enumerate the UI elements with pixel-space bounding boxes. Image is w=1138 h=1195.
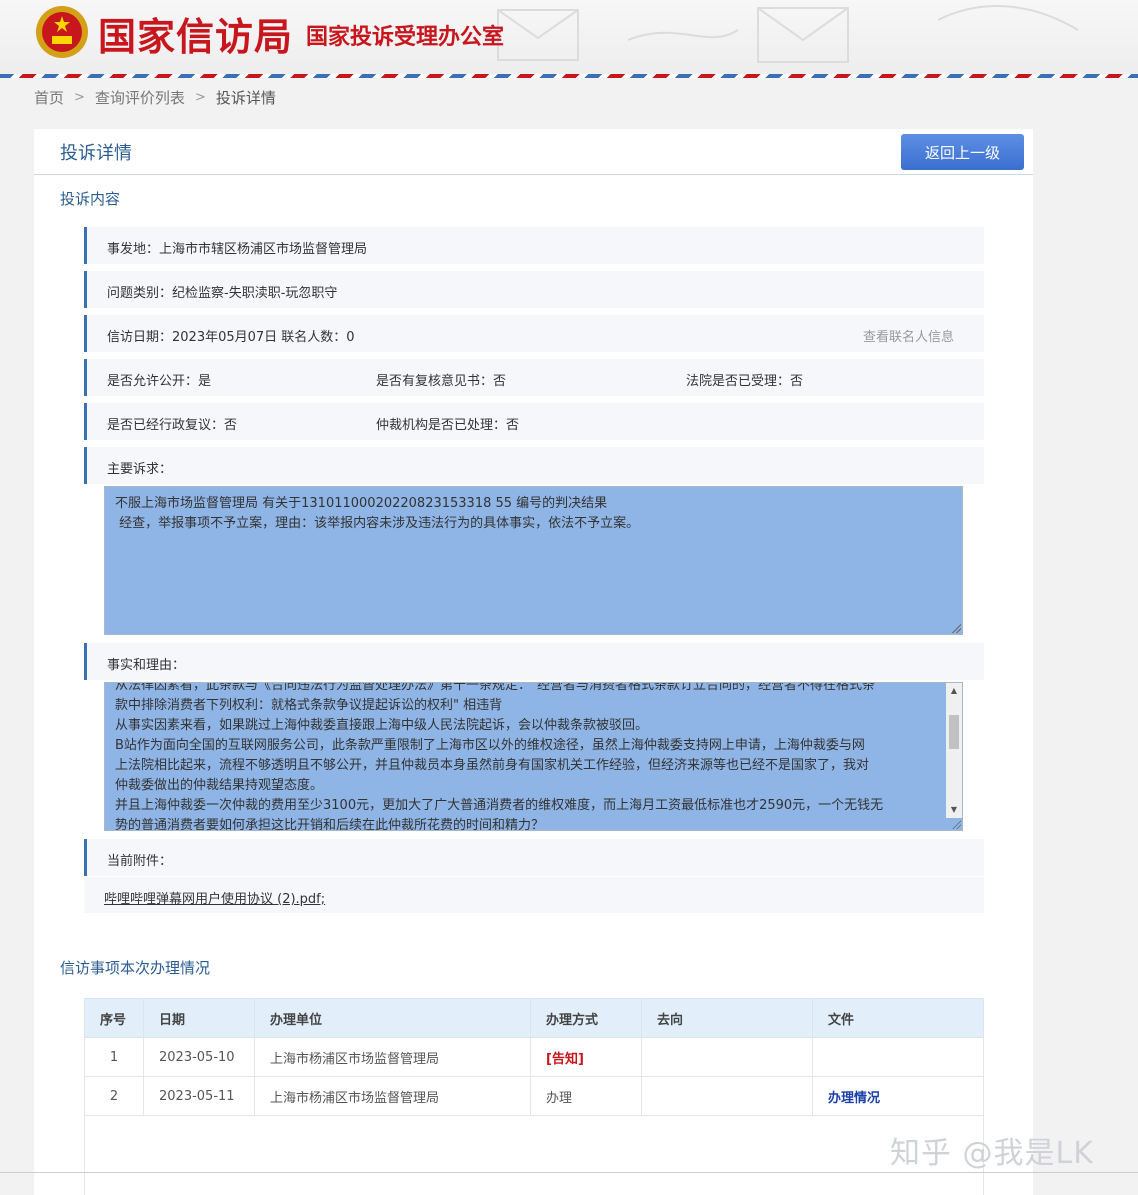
facts-line: 并且上海仲裁委一次仲裁的费用至少3100元，更加大了广大普通消费者的维权难度，而… — [115, 798, 884, 813]
resize-grip[interactable] — [951, 819, 961, 829]
table-row: 2 2023-05-11 上海市杨浦区市场监督管理局 办理 办理情况 — [84, 1076, 984, 1116]
facts-line: 势的普通消费者要如何承担这比开销和后续在此仲裁所花费的时间和精力？ — [115, 818, 545, 831]
cell-file: 办理情况 — [812, 1076, 984, 1116]
col-header: 文件 — [812, 998, 984, 1038]
processing-detail-link[interactable]: 办理情况 — [828, 1091, 880, 1106]
location-text: 事发地：上海市市辖区杨浦区市场监督管理局 — [107, 242, 368, 257]
col-header: 办理方式 — [530, 998, 642, 1038]
notice-tag[interactable]: [告知] — [546, 1052, 584, 1067]
info-row-category: 问题类别：纪检监察-失职渎职-玩忽职守 — [84, 271, 984, 308]
site-subtitle: 国家投诉受理办公室 — [306, 25, 505, 50]
table-header-row: 序号 日期 办理单位 办理方式 去向 文件 — [84, 998, 984, 1038]
header-stripe — [0, 74, 1138, 78]
cell-dest — [641, 1076, 813, 1116]
main-claim-label: 主要诉求： — [107, 462, 173, 477]
info-row-facts: 事实和理由： — [84, 643, 984, 680]
cell-dest — [641, 1037, 813, 1077]
court-flag: 法院是否已受理：否 — [686, 374, 804, 389]
col-header: 序号 — [84, 998, 144, 1038]
attachment-link[interactable]: 哔哩哔哩弹幕网用户使用协议 (2).pdf; — [104, 888, 325, 907]
info-row-flags-1: 是否允许公开：是 是否有复核意见书：否 法院是否已受理：否 — [84, 359, 984, 396]
site-title[interactable]: 国家信访局 — [98, 6, 293, 61]
facts-line: 上法院相比起来，流程不够透明且不够公开，并且仲裁员本身虽然前身有国家机关工作经验… — [115, 758, 870, 773]
facts-line: 从事实因素来看，如果跳过上海仲裁委直接跟上海中级人民法院起诉，会以仲裁条款被驳回… — [115, 718, 649, 733]
admin-review-flag: 是否已经行政复议：否 — [107, 418, 238, 433]
facts-label: 事实和理由： — [107, 658, 186, 673]
col-header: 去向 — [641, 998, 813, 1038]
bottom-divider — [0, 1172, 1138, 1173]
breadcrumb-list[interactable]: 查询评价列表 — [95, 87, 185, 108]
view-contacts-link[interactable]: 查看联名人信息 — [863, 326, 954, 345]
scroll-down-arrow-icon[interactable]: ▼ — [946, 802, 962, 818]
facts-textarea[interactable]: 从法律因素看，此条款与《合同违法行为监督处理办法》第十一条规定："经营者与消费者… — [104, 682, 963, 831]
cell-method: 办理 — [530, 1076, 642, 1116]
breadcrumb-separator: > — [194, 89, 206, 105]
facts-scrollbar[interactable]: ▲ ▼ — [946, 683, 962, 818]
cell-unit: 上海市杨浦区市场监督管理局 — [254, 1076, 531, 1116]
info-row-flags-2: 是否已经行政复议：否 仲裁机构是否已处理：否 — [84, 403, 984, 440]
watermark: 知乎 @我是LK — [890, 1136, 1094, 1171]
detail-panel: 投诉详情 返回上一级 投诉内容 事发地：上海市市辖区杨浦区市场监督管理局 问题类… — [34, 129, 1033, 1195]
panel-header: 投诉详情 返回上一级 — [34, 129, 1033, 175]
breadcrumb-home[interactable]: 首页 — [34, 87, 64, 108]
cell-method: [告知] — [530, 1037, 642, 1077]
cell-unit: 上海市杨浦区市场监督管理局 — [254, 1037, 531, 1077]
resize-grip[interactable] — [951, 623, 961, 633]
public-flag: 是否允许公开：是 — [107, 374, 212, 389]
main-claim-line: 经查，举报事项不予立案，理由：该举报内容未涉及违法行为的具体事实，依法不予立案。 — [115, 516, 640, 531]
attachment-area: 哔哩哔哩弹幕网用户使用协议 (2).pdf; — [84, 877, 984, 913]
breadcrumb-current: 投诉详情 — [215, 88, 276, 107]
col-header: 日期 — [143, 998, 255, 1038]
arbitration-flag: 仲裁机构是否已处理：否 — [376, 418, 520, 433]
attachment-label: 当前附件： — [107, 854, 173, 869]
facts-line: 款中排除消费者下列权利：就格式条款争议提起诉讼的权利" 相违背 — [115, 698, 503, 713]
facts-line: 仲裁委做出的仲裁结果持观望态度。 — [115, 778, 324, 793]
processing-section-title: 信访事项本次办理情况 — [60, 959, 211, 977]
national-emblem-icon — [36, 6, 88, 58]
info-row-attachment: 当前附件： — [84, 839, 984, 876]
info-row-main-claim: 主要诉求： — [84, 447, 984, 484]
facts-line: B站作为面向全国的互联网服务公司，此条款严重限制了上海市区以外的维权途径，虽然上… — [115, 738, 865, 753]
cell-date: 2023-05-10 — [143, 1037, 255, 1077]
table-empty-area — [84, 1115, 984, 1195]
site-header: 国家信访局 国家投诉受理办公室 — [0, 0, 1138, 78]
breadcrumb: 首页 > 查询评价列表 > 投诉详情 — [34, 86, 276, 108]
main-claim-textarea[interactable]: 不服上海市场监督管理局 有关于13101100020220823153318 5… — [104, 486, 963, 635]
date-text: 信访日期：2023年05月07日 联名人数：0 — [107, 330, 355, 345]
cell-date: 2023-05-11 — [143, 1076, 255, 1116]
processing-table: 序号 日期 办理单位 办理方式 去向 文件 1 2023-05-10 上海市杨浦… — [84, 998, 984, 1116]
info-row-date: 信访日期：2023年05月07日 联名人数：0 查看联名人信息 — [84, 315, 984, 352]
breadcrumb-separator: > — [74, 89, 85, 105]
info-row-location: 事发地：上海市市辖区杨浦区市场监督管理局 — [84, 227, 984, 264]
page-title: 投诉详情 — [60, 143, 132, 164]
main-claim-line: 不服上海市场监督管理局 有关于13101100020220823153318 5… — [115, 496, 608, 511]
facts-line: 从法律因素看，此条款与《合同违法行为监督处理办法》第十一条规定："经营者与消费者… — [115, 682, 875, 693]
complaint-section-title: 投诉内容 — [60, 190, 121, 208]
scroll-up-arrow-icon[interactable]: ▲ — [946, 683, 962, 699]
cell-idx: 1 — [84, 1037, 144, 1077]
review-opinion-flag: 是否有复核意见书：否 — [376, 374, 507, 389]
scroll-thumb[interactable] — [949, 715, 959, 749]
cell-idx: 2 — [84, 1076, 144, 1116]
category-text: 问题类别：纪检监察-失职渎职-玩忽职守 — [107, 286, 338, 301]
cell-file — [812, 1037, 984, 1077]
back-button[interactable]: 返回上一级 — [901, 134, 1024, 170]
table-row: 1 2023-05-10 上海市杨浦区市场监督管理局 [告知] — [84, 1037, 984, 1077]
col-header: 办理单位 — [254, 998, 531, 1038]
